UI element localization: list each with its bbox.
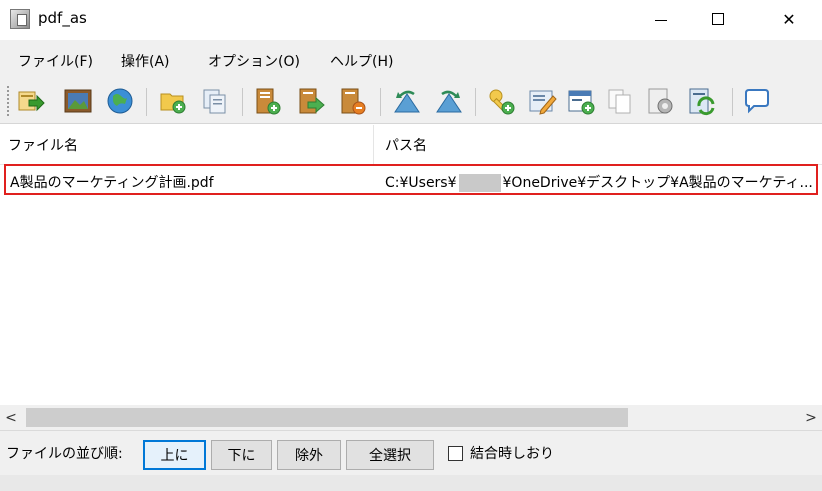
column-header-filename[interactable]: ファイル名 — [0, 125, 374, 165]
close-button[interactable]: ✕ — [766, 0, 812, 38]
select-all-button[interactable]: 全選択 — [346, 440, 434, 470]
menu-options[interactable]: オプション(O) — [208, 51, 300, 71]
column-header-path[interactable]: パス名 — [375, 125, 822, 165]
move-down-button[interactable]: 下に — [211, 440, 272, 470]
toolbar-grip[interactable] — [7, 86, 10, 116]
rotate-left-icon[interactable] — [392, 86, 422, 116]
file-list[interactable]: ファイル名 パス名 A製品のマーケティング計画.pdf C:¥Users¥ ¥On… — [0, 125, 822, 405]
edit-icon[interactable] — [527, 86, 557, 116]
bookmark-on-merge-label[interactable]: 結合時しおり — [470, 443, 554, 463]
page-move-icon[interactable] — [296, 86, 326, 116]
globe-icon[interactable] — [105, 86, 135, 116]
exclude-button[interactable]: 除外 — [277, 440, 341, 470]
path-suffix: ¥OneDrive¥デスクトップ¥A製品のマーケティ... — [502, 175, 813, 191]
maximize-button[interactable] — [695, 0, 741, 38]
minimize-icon — [655, 19, 667, 21]
file-path-cell: C:¥Users¥ ¥OneDrive¥デスクトップ¥A製品のマーケティ... — [385, 172, 814, 192]
app-icon — [10, 9, 30, 29]
page-remove-icon[interactable] — [338, 86, 368, 116]
path-prefix: C:¥Users¥ — [385, 175, 457, 191]
picture-icon[interactable] — [63, 86, 93, 116]
export-icon[interactable] — [15, 86, 45, 116]
window-title: pdf_as — [38, 9, 87, 27]
menu-bar: ファイル(F) 操作(A) オプション(O) ヘルプ(H) — [0, 40, 822, 78]
key-add-icon[interactable] — [486, 86, 516, 116]
menu-file[interactable]: ファイル(F) — [18, 51, 93, 71]
toolbar-separator — [380, 88, 381, 116]
status-bar — [0, 475, 822, 491]
bottom-controls: ファイルの並び順: 上に 下に 除外 全選択 結合時しおり — [0, 430, 822, 475]
bookmark-on-merge-checkbox[interactable] — [448, 446, 463, 461]
minimize-button[interactable] — [638, 0, 684, 38]
toolbar — [0, 78, 822, 124]
duplicate-icon[interactable] — [605, 86, 635, 116]
scrollbar-thumb[interactable] — [26, 408, 628, 427]
menu-help[interactable]: ヘルプ(H) — [330, 51, 393, 71]
rotate-right-icon[interactable] — [434, 86, 464, 116]
file-name-cell: A製品のマーケティング計画.pdf — [10, 175, 214, 191]
file-row-selected[interactable]: A製品のマーケティング計画.pdf C:¥Users¥ ¥OneDrive¥デスク… — [4, 164, 818, 195]
menu-operation[interactable]: 操作(A) — [121, 51, 170, 71]
toolbar-separator — [732, 88, 733, 116]
move-up-button[interactable]: 上に — [143, 440, 206, 470]
maximize-icon — [712, 13, 724, 25]
horizontal-scrollbar[interactable]: < > — [0, 405, 822, 430]
toolbar-separator — [242, 88, 243, 116]
folder-add-icon[interactable] — [158, 86, 188, 116]
close-icon: ✕ — [782, 9, 796, 29]
speech-bubble-icon[interactable] — [742, 86, 772, 116]
toolbar-separator — [146, 88, 147, 116]
redacted-username — [458, 174, 501, 192]
title-bar: pdf_as ✕ — [0, 0, 822, 38]
scroll-left-icon[interactable]: < — [0, 405, 22, 430]
window-add-icon[interactable] — [566, 86, 596, 116]
toolbar-separator — [475, 88, 476, 116]
refresh-doc-icon[interactable] — [686, 86, 716, 116]
copy-pages-icon[interactable] — [200, 86, 230, 116]
page-add-icon[interactable] — [253, 86, 283, 116]
scroll-right-icon[interactable]: > — [800, 405, 822, 430]
settings-doc-icon[interactable] — [645, 86, 675, 116]
file-order-label: ファイルの並び順: — [6, 446, 123, 462]
